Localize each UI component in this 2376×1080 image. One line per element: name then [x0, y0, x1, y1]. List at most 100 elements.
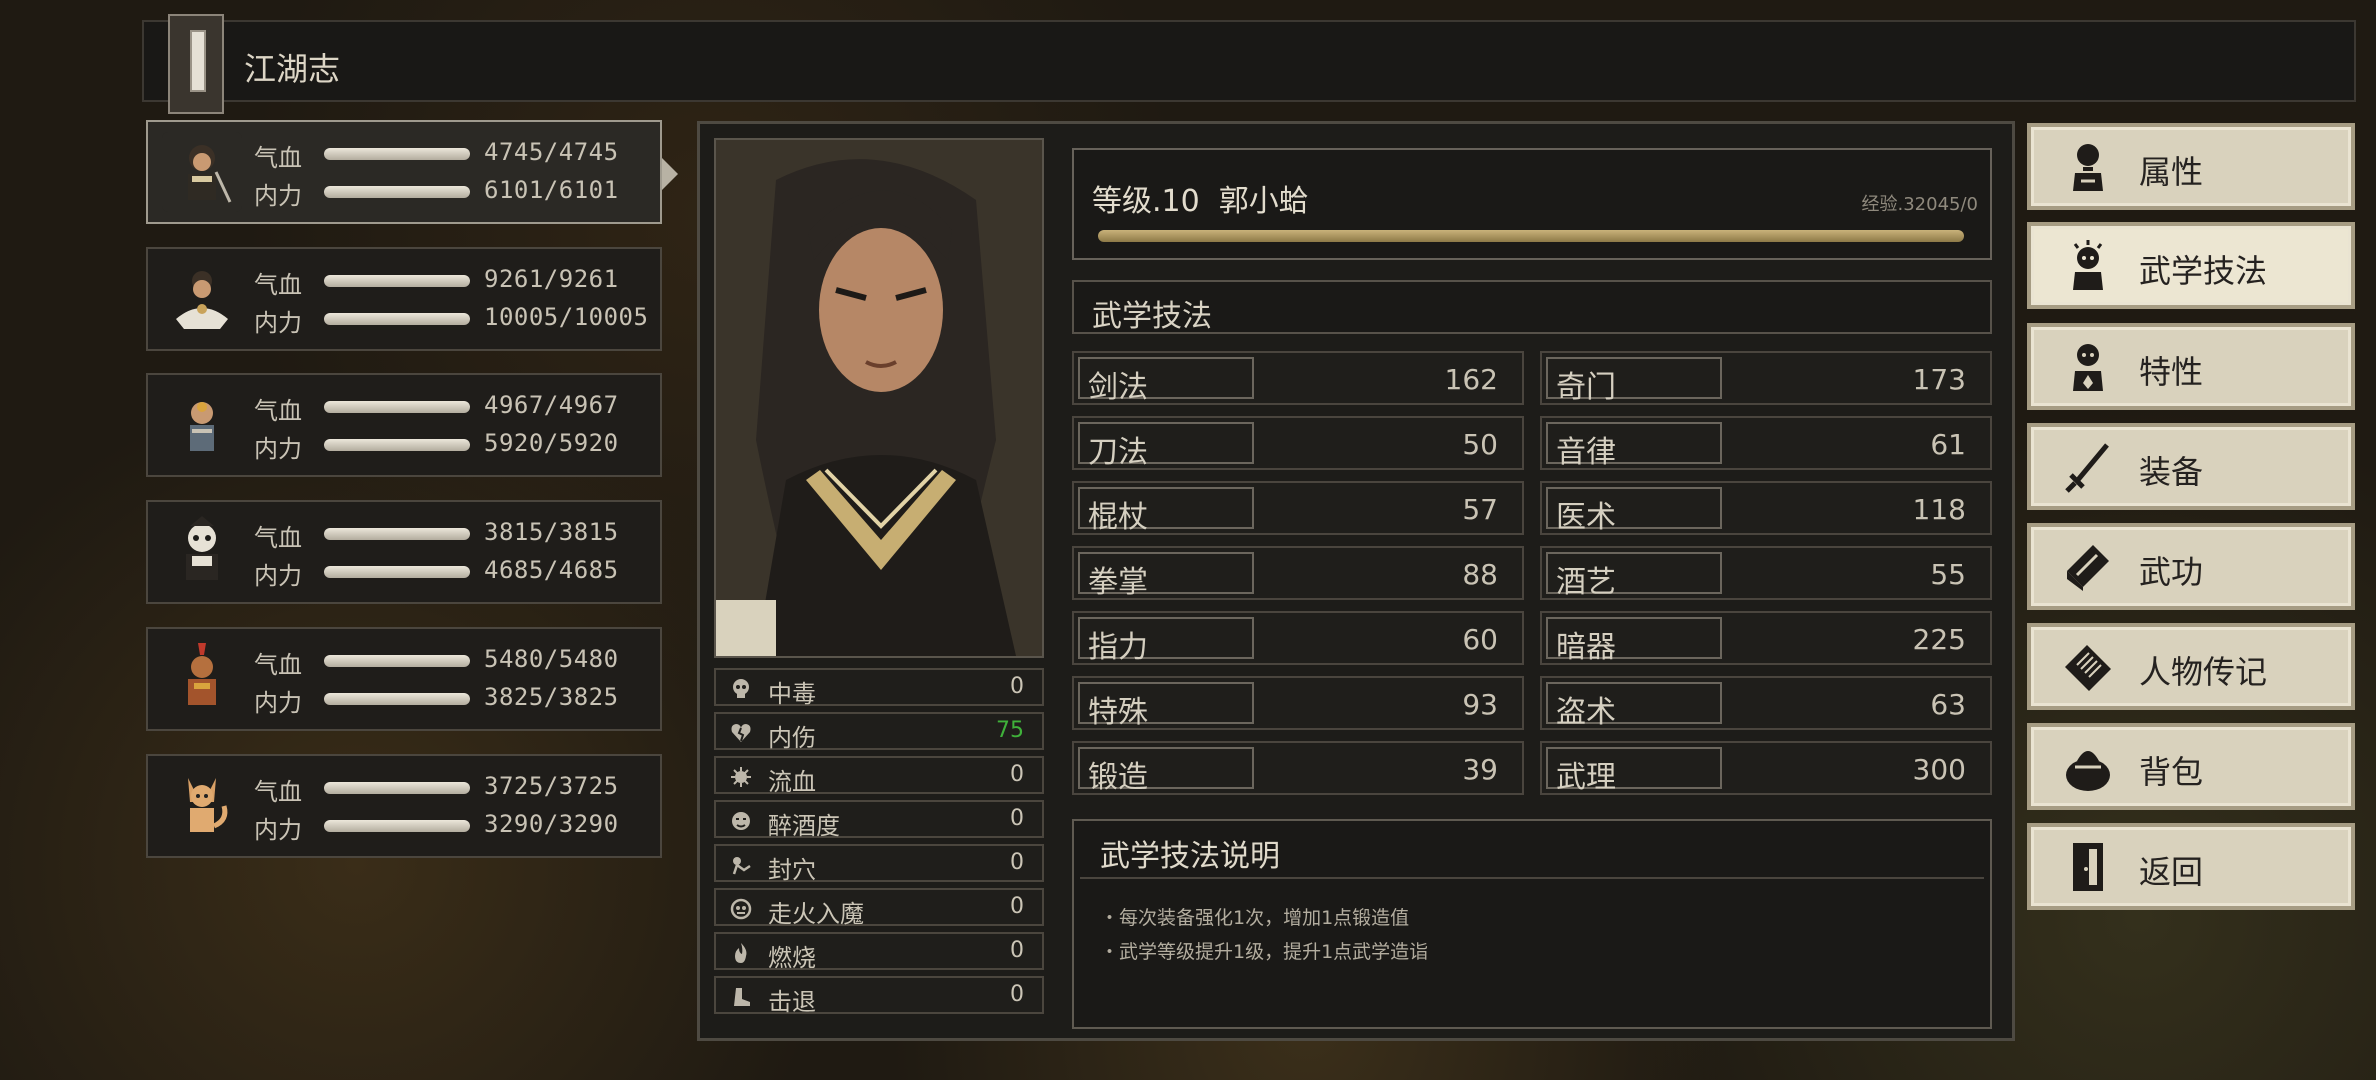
monk-avatar-icon: [190, 402, 214, 451]
character-name: 郭小蛤: [1218, 184, 1309, 219]
mp-bar: [324, 820, 470, 832]
menu-return-button[interactable]: 返回: [2027, 823, 2355, 910]
menu-traits-button[interactable]: 特性: [2027, 323, 2355, 410]
skill-row: 盗术 63: [1540, 676, 1992, 730]
party-member-1[interactable]: 气血 4745/4745 内力 6101/6101: [146, 120, 662, 224]
hp-bar: [324, 401, 470, 413]
mp-value: 3825/3825: [484, 683, 619, 711]
status-row-internal-injury: 内伤 75: [714, 712, 1044, 752]
skill-row: 奇门 173: [1540, 351, 1992, 405]
drunk-icon: [732, 812, 750, 830]
hp-label: 气血: [254, 651, 302, 679]
party-member-6[interactable]: 气血 3725/3725 内力 3290/3290: [146, 754, 662, 858]
blood-icon: [731, 767, 751, 787]
skull-icon: [733, 679, 749, 698]
mp-value: 4685/4685: [484, 556, 619, 584]
mp-bar: [324, 313, 470, 325]
party-member-2[interactable]: 气血 9261/9261 内力 10005/10005: [146, 247, 662, 351]
skill-row: 指力 60: [1072, 611, 1524, 665]
martial-skill-icon: [2073, 240, 2103, 290]
mp-value: 6101/6101: [484, 176, 619, 204]
skill-row: 棍杖 57: [1072, 481, 1524, 535]
menu-martial-skills-button[interactable]: 武学技法: [2027, 222, 2355, 309]
trait-icon: [2073, 344, 2103, 391]
status-row-bleeding: 流血 0: [714, 756, 1044, 796]
skill-row: 音律 61: [1540, 416, 1992, 470]
hp-bar: [324, 148, 470, 160]
warrior-avatar-icon: [188, 643, 216, 705]
manual-icon: [2067, 545, 2109, 591]
mp-value: 5920/5920: [484, 429, 619, 457]
door-icon: [2073, 843, 2103, 891]
hp-label: 气血: [254, 271, 302, 299]
exp-text: 经验.32045/0: [1861, 194, 1979, 215]
status-row-sealed-acupoint: 封穴 0: [714, 844, 1044, 884]
skill-row: 医术 118: [1540, 481, 1992, 535]
description-title: 武学技法说明: [1100, 839, 1280, 874]
hp-value: 4967/4967: [484, 391, 619, 419]
companion-avatar-icon: [176, 271, 228, 329]
hp-value: 3725/3725: [484, 772, 619, 800]
character-panel: 中毒 0 内伤 75 流血 0 醉酒度 0 封穴 0 走火入魔 0 燃烧 0 击…: [697, 121, 2015, 1041]
hp-label: 气血: [254, 397, 302, 425]
skill-description-box: 武学技法说明 ・每次装备强化1次，增加1点锻造值 ・武学等级提升1级，提升1点武…: [1072, 819, 1992, 1029]
hp-label: 气血: [254, 144, 302, 172]
hp-label: 气血: [254, 524, 302, 552]
boot-icon: [734, 988, 750, 1006]
skill-row: 刀法 50: [1072, 416, 1524, 470]
hp-bar: [324, 655, 470, 667]
level-box: 等级.10 郭小蛤 经验.32045/0: [1072, 148, 1992, 260]
hero-avatar-icon: [162, 132, 242, 212]
mp-label: 内力: [254, 309, 302, 337]
party-member-4[interactable]: 气血 3815/3815 内力 4685/4685: [146, 500, 662, 604]
mp-label: 内力: [254, 562, 302, 590]
fox-avatar-icon: [188, 778, 228, 832]
status-row-knockback: 击退 0: [714, 976, 1044, 1016]
broken-heart-icon: [731, 724, 751, 742]
mp-bar: [324, 439, 470, 451]
skill-row: 特殊 93: [1072, 676, 1524, 730]
hp-value: 3815/3815: [484, 518, 619, 546]
skills-header: 武学技法: [1072, 280, 1992, 334]
status-row-qi-deviation: 走火入魔 0: [714, 888, 1044, 928]
book-icon: [168, 14, 224, 114]
menu-biography-button[interactable]: 人物传记: [2027, 623, 2355, 710]
fire-icon: [735, 943, 747, 963]
description-line: ・武学等级提升1级，提升1点武学造诣: [1100, 941, 1429, 963]
acupoint-icon: [732, 857, 751, 875]
mp-value: 3290/3290: [484, 810, 619, 838]
hp-bar: [324, 782, 470, 794]
scroll-icon: [2065, 645, 2111, 691]
person-icon: [2073, 144, 2103, 191]
menu-attributes-button[interactable]: 属性: [2027, 123, 2355, 210]
status-row-burning: 燃烧 0: [714, 932, 1044, 972]
masked-avatar-icon: [186, 516, 218, 580]
hp-value: 9261/9261: [484, 265, 619, 293]
status-row-poison: 中毒 0: [714, 668, 1044, 708]
mp-label: 内力: [254, 689, 302, 717]
demon-icon: [730, 898, 752, 920]
sword-icon: [2065, 443, 2109, 493]
menu-equipment-button[interactable]: 装备: [2027, 423, 2355, 510]
party-member-3[interactable]: 气血 4967/4967 内力 5920/5920: [146, 373, 662, 477]
party-member-5[interactable]: 气血 5480/5480 内力 3825/3825: [146, 627, 662, 731]
hp-bar: [324, 528, 470, 540]
divider: [1080, 877, 1984, 879]
mp-bar: [324, 693, 470, 705]
menu-bag-button[interactable]: 背包: [2027, 723, 2355, 810]
exp-bar: [1098, 230, 1964, 242]
mp-value: 10005/10005: [484, 303, 649, 331]
title-bar: 江湖志: [142, 14, 2356, 114]
mp-label: 内力: [254, 435, 302, 463]
hp-value: 5480/5480: [484, 645, 619, 673]
skill-row: 武理 300: [1540, 741, 1992, 795]
character-portrait: [714, 138, 1044, 658]
mp-label: 内力: [254, 182, 302, 210]
portrait-image-icon: [716, 140, 1042, 656]
mp-bar: [324, 186, 470, 198]
menu-kungfu-button[interactable]: 武功: [2027, 523, 2355, 610]
hp-label: 气血: [254, 778, 302, 806]
skill-row: 酒艺 55: [1540, 546, 1992, 600]
hp-bar: [324, 275, 470, 287]
bag-icon: [2066, 751, 2110, 791]
